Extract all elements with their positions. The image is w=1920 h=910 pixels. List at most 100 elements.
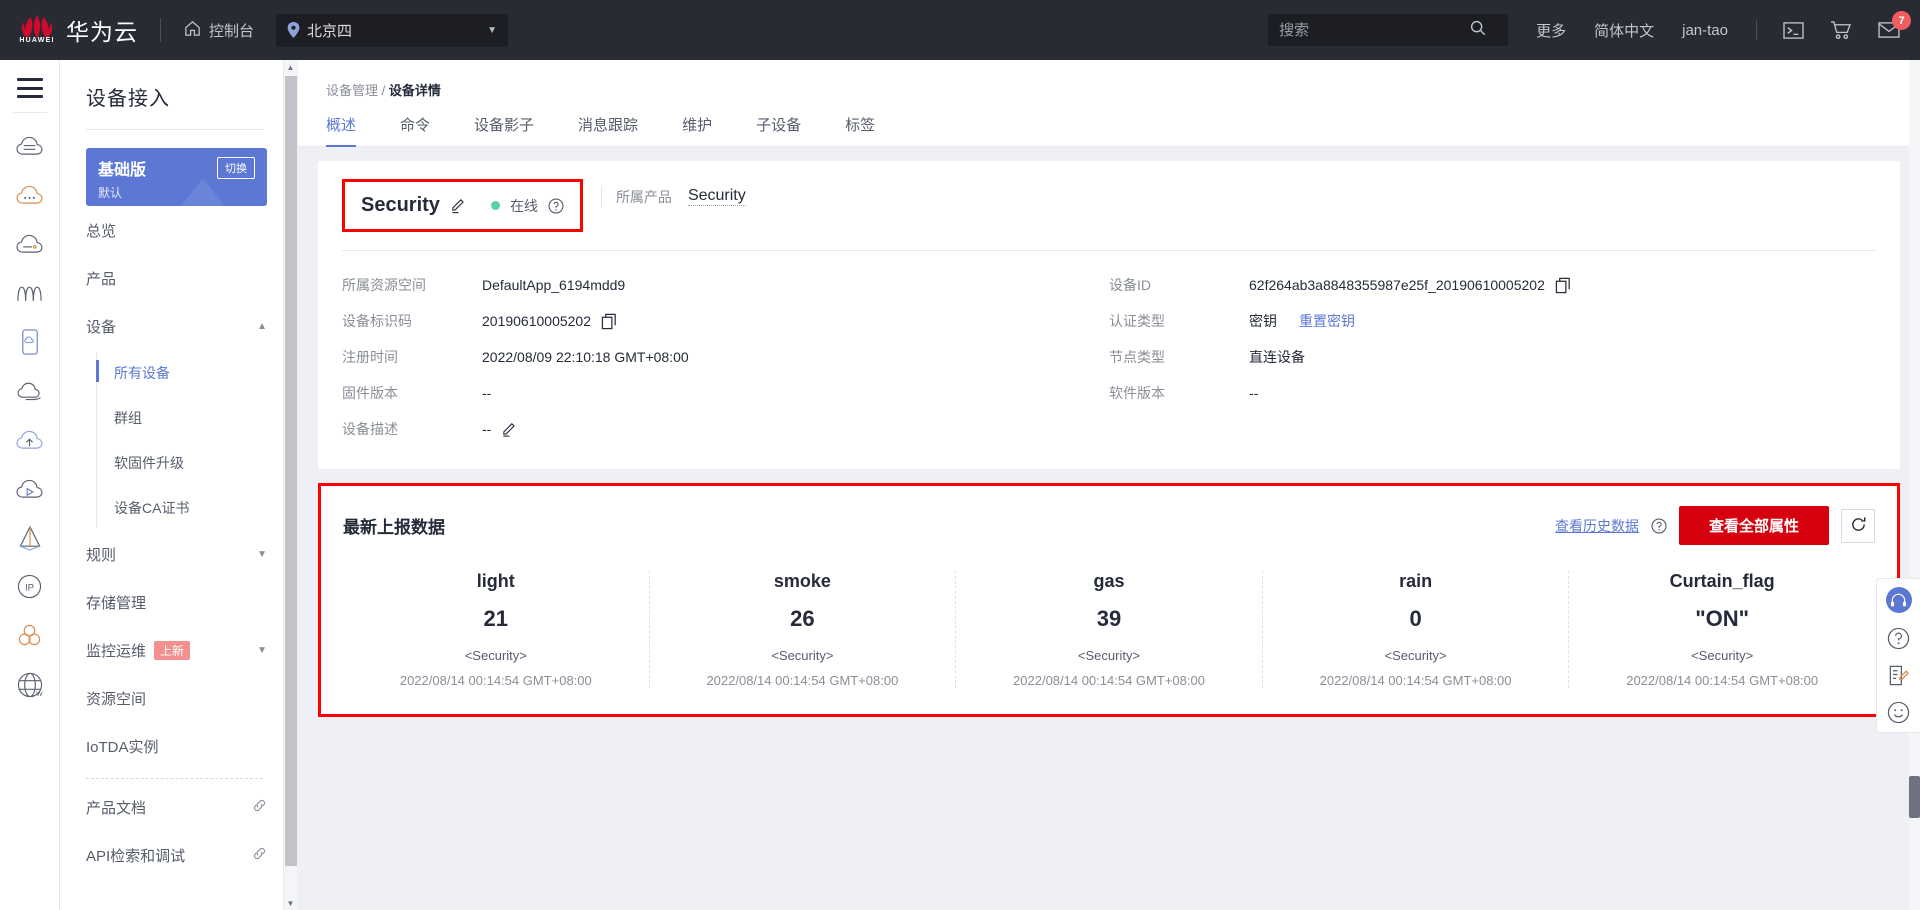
user-account-menu[interactable]: jan-tao <box>1682 22 1728 39</box>
edition-switch-button[interactable]: 切换 <box>217 157 255 179</box>
sidebar-item-rules[interactable]: 规则 ▼ <box>60 530 289 578</box>
sidebar-item-iotda-instance[interactable]: IoTDA实例 <box>60 722 289 770</box>
tab-commands[interactable]: 命令 <box>400 114 430 146</box>
reset-secret-link[interactable]: 重置密钥 <box>1299 311 1355 331</box>
sidebar-item-all-devices[interactable]: 所有设备 <box>60 350 289 395</box>
info-value: 直连设备 <box>1249 347 1305 367</box>
sidebar-subitem-label: 软固件升级 <box>114 454 184 471</box>
more-menu[interactable]: 更多 <box>1536 20 1566 41</box>
shopping-cart-icon[interactable] <box>1830 20 1852 40</box>
data-card-actions: 查看历史数据 查看全部属性 <box>1555 506 1875 545</box>
copy-icon[interactable] <box>601 313 618 330</box>
tab-overview[interactable]: 概述 <box>326 114 357 147</box>
mobile-cloud-icon[interactable] <box>0 317 60 366</box>
question-circle-icon[interactable] <box>548 197 564 214</box>
device-info-grid: 所属资源空间 DefaultApp_6194mdd9 设备标识码 2019061… <box>318 251 1900 447</box>
external-link-icon <box>252 798 267 817</box>
sidebar-scroll-thumb[interactable] <box>285 76 297 866</box>
metric-name: light <box>476 571 515 591</box>
hamburger-menu-icon[interactable] <box>16 78 43 98</box>
metric-name: gas <box>1093 571 1125 591</box>
question-circle-icon[interactable] <box>1887 627 1910 650</box>
chevron-down-icon: ▼ <box>257 644 267 656</box>
tab-maintenance[interactable]: 维护 <box>682 114 712 146</box>
ip-circle-icon[interactable]: IP <box>0 562 60 611</box>
info-row-node-id: 设备标识码 20190610005202 <box>342 303 1109 339</box>
pencil-edit-icon[interactable] <box>501 421 518 438</box>
question-circle-icon[interactable] <box>1651 517 1667 534</box>
search-input[interactable] <box>1279 21 1470 39</box>
copy-icon[interactable] <box>1555 277 1572 294</box>
sidebar-item-devices[interactable]: 设备 ▲ <box>60 302 289 350</box>
edition-card[interactable]: 基础版 切换 默认 <box>86 148 267 206</box>
tab-tags[interactable]: 标签 <box>845 114 875 146</box>
region-selector[interactable]: 北京四 ▼ <box>276 13 509 47</box>
sidebar-device-children: 所有设备 群组 软固件升级 设备CA证书 <box>60 350 289 530</box>
header-vertical-divider <box>600 186 602 207</box>
info-value: -- <box>1249 385 1258 401</box>
tab-message-trace[interactable]: 消息跟踪 <box>578 114 638 146</box>
huawei-logo[interactable]: HUAWEI 华为云 <box>18 13 138 47</box>
pyramid-icon[interactable] <box>0 513 60 562</box>
sidebar-item-firmware-upgrade[interactable]: 软固件升级 <box>60 440 289 485</box>
page-scroll-thumb[interactable] <box>1909 776 1920 818</box>
search-icon[interactable] <box>1469 19 1487 41</box>
chevron-down-icon: ▼ <box>487 24 498 36</box>
cloud-server-icon[interactable] <box>0 121 60 170</box>
edition-sub-label: 默认 <box>98 186 123 200</box>
cloud-dots-icon[interactable] <box>0 170 60 219</box>
data-card-header: 最新上报数据 查看历史数据 查看全部属性 <box>343 506 1875 545</box>
console-link[interactable]: 控制台 <box>183 19 254 42</box>
info-value-text: 密钥 <box>1249 313 1277 329</box>
info-value: 2022/08/09 22:10:18 GMT+08:00 <box>482 349 689 365</box>
info-row-device-description: 设备描述 -- <box>342 411 1109 447</box>
tab-child-devices[interactable]: 子设备 <box>756 114 801 146</box>
wave-analytics-icon[interactable] <box>0 268 60 317</box>
chevron-up-icon: ▲ <box>257 320 267 332</box>
sidebar-item-label: 规则 <box>86 546 117 564</box>
view-all-properties-button[interactable]: 查看全部属性 <box>1678 506 1829 545</box>
sidebar-item-product-docs[interactable]: 产品文档 <box>60 783 289 831</box>
cloud-play-icon[interactable] <box>0 464 60 513</box>
cloud-storage-icon[interactable] <box>0 219 60 268</box>
info-row-node-type: 节点类型 直连设备 <box>1109 339 1876 375</box>
sidebar-item-groups[interactable]: 群组 <box>60 395 289 440</box>
pencil-edit-icon[interactable] <box>450 197 467 214</box>
rail-divider <box>12 112 47 113</box>
metric-value: "ON" <box>1695 606 1750 631</box>
scroll-up-arrow-icon[interactable]: ▲ <box>284 60 297 74</box>
sidebar-item-device-ca-cert[interactable]: 设备CA证书 <box>60 485 289 530</box>
tab-device-shadow[interactable]: 设备影子 <box>474 114 534 146</box>
info-value: 62f264ab3a8848355987e25f_20190610005202 <box>1249 277 1572 294</box>
sidebar-item-label: 产品文档 <box>86 799 147 817</box>
sidebar-item-storage-management[interactable]: 存储管理 <box>60 578 289 626</box>
refresh-icon <box>1850 516 1867 536</box>
smiley-face-icon[interactable] <box>1887 701 1910 724</box>
sidebar-item-overview[interactable]: 总览 <box>60 206 289 254</box>
feedback-form-icon[interactable] <box>1887 664 1910 687</box>
metric-card: rain 0 <Security> 2022/08/14 00:14:54 GM… <box>1263 571 1570 688</box>
breadcrumb-parent[interactable]: 设备管理 <box>326 83 378 98</box>
sidebar-item-api-explorer[interactable]: API检索和调试 <box>60 831 289 879</box>
view-history-link[interactable]: 查看历史数据 <box>1555 516 1639 536</box>
cluster-nodes-icon[interactable] <box>0 611 60 660</box>
headset-support-icon[interactable] <box>1885 587 1912 613</box>
metric-name: Curtain_flag <box>1669 571 1775 591</box>
product-link[interactable]: Security <box>687 187 746 206</box>
globe-web-icon[interactable]: W <box>0 660 60 709</box>
language-selector[interactable]: 简体中文 <box>1594 20 1654 41</box>
sidebar-item-products[interactable]: 产品 <box>60 254 289 302</box>
search-box[interactable] <box>1268 14 1509 46</box>
refresh-button[interactable] <box>1841 508 1875 543</box>
sidebar-item-monitoring-ops[interactable]: 监控运维 上新 ▼ <box>60 626 289 674</box>
sidebar-item-resource-space[interactable]: 资源空间 <box>60 674 289 722</box>
mail-icon[interactable]: 7 <box>1878 11 1911 39</box>
metric-card: smoke 26 <Security> 2022/08/14 00:14:54 … <box>650 571 957 688</box>
scroll-down-arrow-icon[interactable]: ▼ <box>284 896 297 910</box>
sidebar-scrollbar[interactable]: ▲ ▼ <box>283 60 297 910</box>
terminal-icon[interactable] <box>1783 21 1804 40</box>
cloud-stack-icon[interactable] <box>0 366 60 415</box>
page-scrollbar[interactable] <box>1909 60 1920 910</box>
cloud-upload-icon[interactable] <box>0 415 60 464</box>
info-key: 固件版本 <box>342 385 398 401</box>
